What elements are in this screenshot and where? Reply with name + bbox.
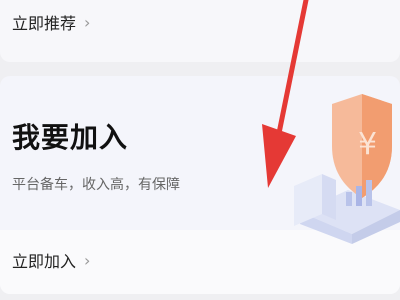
shield-illustration: ¥ xyxy=(294,94,400,244)
chevron-right-icon: › xyxy=(84,250,91,270)
recommend-now-label: 立即推荐 xyxy=(12,14,77,33)
chevron-right-icon: › xyxy=(84,12,91,32)
page: 立即推荐 › 我要加入 平台备车，收入高，有保障 ¥ 立即加入 › xyxy=(0,0,400,300)
recommend-card: 立即推荐 › xyxy=(0,0,400,62)
join-now-label: 立即加入 xyxy=(12,252,77,271)
join-subtitle: 平台备车，收入高，有保障 xyxy=(12,177,180,193)
join-card[interactable]: 我要加入 平台备车，收入高，有保障 ¥ 立即加入 › xyxy=(0,76,400,294)
join-title: 我要加入 xyxy=(12,121,129,154)
join-now-link[interactable]: 立即加入 › xyxy=(12,248,90,272)
svg-text:¥: ¥ xyxy=(358,127,377,162)
recommend-now-link[interactable]: 立即推荐 › xyxy=(12,10,90,34)
